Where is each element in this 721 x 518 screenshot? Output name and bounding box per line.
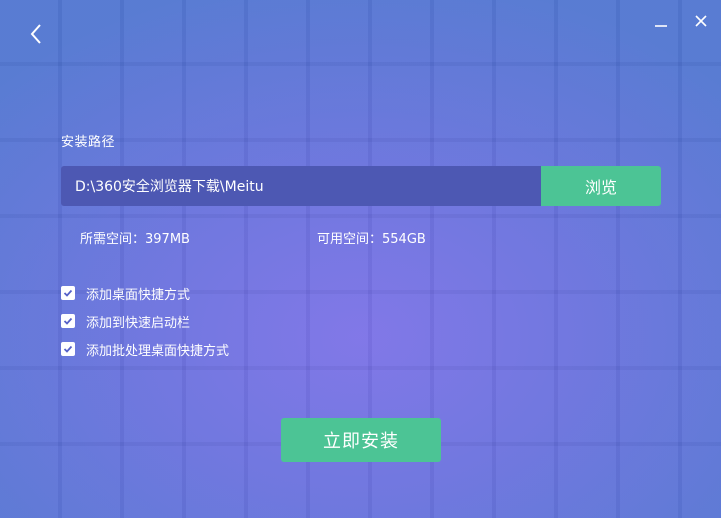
install-now-button[interactable]: 立即安装 xyxy=(281,418,441,462)
option-label: 添加批处理桌面快捷方式 xyxy=(86,343,230,359)
checkbox-batch-shortcut[interactable] xyxy=(61,342,75,356)
option-label: 添加桌面快捷方式 xyxy=(86,287,191,303)
minimize-button[interactable] xyxy=(648,8,674,34)
option-label: 添加到快速启动栏 xyxy=(86,315,191,331)
option-quick-launch[interactable]: 添加到快速启动栏 xyxy=(61,312,191,331)
checkmark-icon xyxy=(63,317,73,325)
required-space-text: 所需空间：397MB xyxy=(80,232,190,247)
checkmark-icon xyxy=(63,289,73,297)
chevron-left-icon xyxy=(30,24,41,44)
checkbox-desktop-shortcut[interactable] xyxy=(61,286,75,300)
install-path-label: 安装路径 xyxy=(61,135,116,150)
checkbox-quick-launch[interactable] xyxy=(61,314,75,328)
close-icon xyxy=(695,15,707,27)
option-desktop-shortcut[interactable]: 添加桌面快捷方式 xyxy=(61,284,191,303)
back-button[interactable] xyxy=(22,20,50,48)
checkmark-icon xyxy=(63,345,73,353)
browse-button[interactable]: 浏览 xyxy=(541,166,661,206)
option-batch-shortcut[interactable]: 添加批处理桌面快捷方式 xyxy=(61,340,230,359)
available-space-text: 可用空间：554GB xyxy=(317,232,426,247)
installer-window: 安装路径 浏览 所需空间：397MB 可用空间：554GB 添加桌面快捷方式 添… xyxy=(0,0,721,518)
install-path-input[interactable] xyxy=(61,166,541,206)
minimize-icon xyxy=(655,25,667,27)
close-button[interactable] xyxy=(688,8,714,34)
